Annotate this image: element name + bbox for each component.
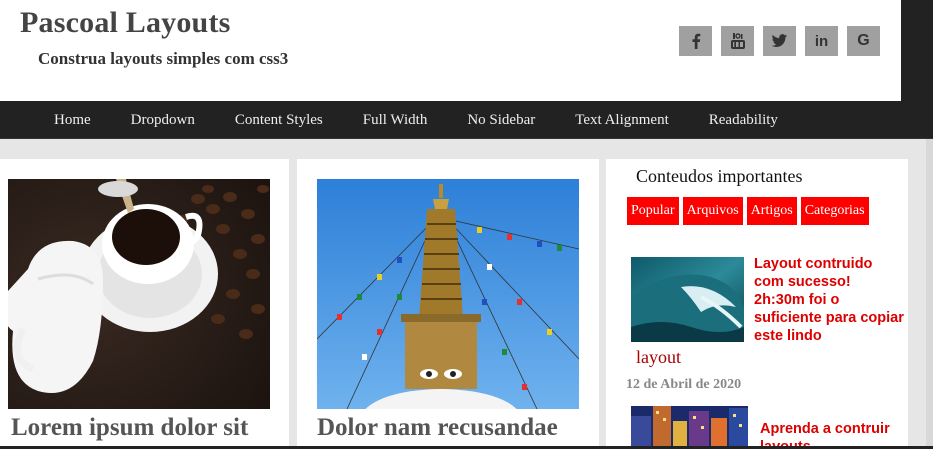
facebook-icon[interactable] xyxy=(679,26,712,56)
scroll-edge xyxy=(926,139,933,449)
post-link[interactable]: Layout contruido com sucesso! 2h:30m foi… xyxy=(754,255,904,345)
post-link-tail[interactable]: layout xyxy=(636,347,681,368)
nav-item-full-width[interactable]: Full Width xyxy=(343,112,448,129)
post-link[interactable]: Aprenda a contruir layouts xyxy=(760,420,908,449)
card-title[interactable]: Lorem ipsum dolor sit xyxy=(11,414,248,442)
sidebar-widget: Conteudos importantes Popular Arquivos A… xyxy=(606,159,908,449)
main-navbar: Home Dropdown Content Styles Full Width … xyxy=(0,101,933,139)
google-icon[interactable]: G xyxy=(847,26,880,56)
site-tagline: Construa layouts simples com css3 xyxy=(38,49,289,68)
site-title[interactable]: Pascoal Layouts xyxy=(20,6,231,40)
tab-artigos[interactable]: Artigos xyxy=(746,197,797,225)
header-edge xyxy=(901,0,933,101)
linkedin-icon[interactable]: in xyxy=(805,26,838,56)
post-card: Dolor nam recusandae xyxy=(297,159,599,449)
tab-categorias[interactable]: Categorias xyxy=(800,197,869,225)
twitter-icon[interactable] xyxy=(763,26,796,56)
tab-popular[interactable]: Popular xyxy=(627,197,679,225)
site-header: Pascoal Layouts Construa layouts simples… xyxy=(0,0,901,101)
nav-item-no-sidebar[interactable]: No Sidebar xyxy=(447,112,555,129)
post-date: 12 de Abril de 2020 xyxy=(626,377,742,392)
post-card: Lorem ipsum dolor sit xyxy=(0,159,289,449)
nav-item-text-alignment[interactable]: Text Alignment xyxy=(555,112,689,129)
youtube-icon[interactable] xyxy=(721,26,754,56)
card-title[interactable]: Dolor nam recusandae xyxy=(317,414,558,442)
sidebar-tabs: Popular Arquivos Artigos Categorias xyxy=(627,197,869,225)
city-night-image[interactable] xyxy=(631,406,748,449)
coffee-cup-image[interactable] xyxy=(8,179,270,409)
widget-title: Conteudos importantes xyxy=(636,166,803,186)
nav-item-content-styles[interactable]: Content Styles xyxy=(215,112,343,129)
nav-item-home[interactable]: Home xyxy=(34,112,111,129)
nav-item-readability[interactable]: Readability xyxy=(689,112,798,129)
stupa-prayer-flags-image[interactable] xyxy=(317,179,579,409)
nav-item-dropdown[interactable]: Dropdown xyxy=(111,112,215,129)
ocean-wave-image[interactable] xyxy=(631,257,744,342)
nav-list: Home Dropdown Content Styles Full Width … xyxy=(34,101,798,139)
tab-arquivos[interactable]: Arquivos xyxy=(682,197,743,225)
social-links: in G xyxy=(679,26,880,56)
